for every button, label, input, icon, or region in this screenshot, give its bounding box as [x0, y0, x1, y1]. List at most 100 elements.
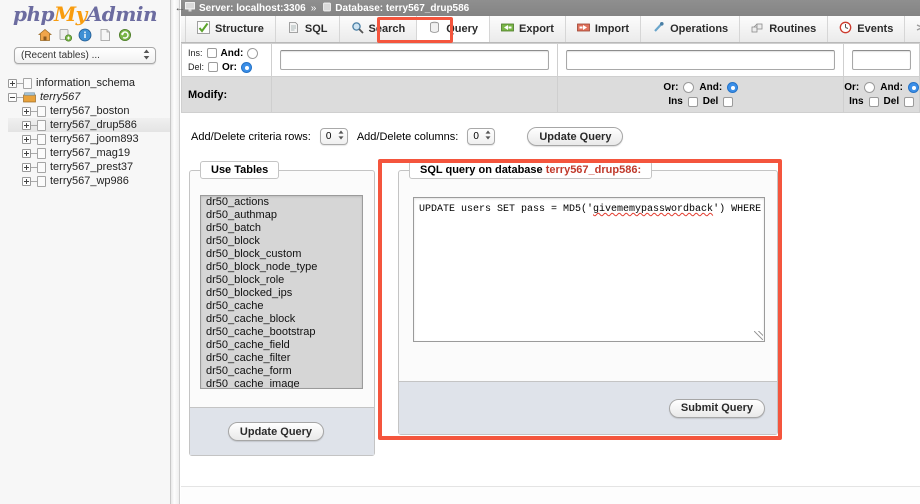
- tab-import[interactable]: Import: [566, 16, 642, 42]
- triggers-icon: [916, 21, 920, 37]
- expand-icon[interactable]: [22, 148, 31, 158]
- list-item[interactable]: dr50_block_node_type: [201, 261, 362, 274]
- info-icon[interactable]: [78, 28, 92, 42]
- database-icon: [37, 133, 46, 145]
- tab-search[interactable]: Search: [340, 16, 418, 42]
- modify-ins-checkbox[interactable]: [687, 96, 698, 107]
- criteria-input-2[interactable]: [566, 50, 836, 70]
- sidebar-resize-divider[interactable]: [171, 0, 180, 504]
- tab-sql[interactable]: SQL: [276, 16, 340, 42]
- tree-item-terry567_joom893[interactable]: terry567_joom893: [8, 132, 170, 146]
- list-item[interactable]: dr50_cache_image: [201, 378, 362, 388]
- tab-label: Query: [446, 23, 479, 35]
- list-item[interactable]: dr50_batch: [201, 222, 362, 235]
- submit-query-button[interactable]: Submit Query: [668, 398, 765, 418]
- recent-tables-value: (Recent tables) ...: [21, 50, 100, 61]
- modify-label: Modify:: [181, 76, 272, 113]
- tree-item-terry567[interactable]: terry567: [8, 90, 170, 104]
- back-arrow-icon[interactable]: ←: [173, 0, 187, 16]
- logo-admin: Admin: [86, 2, 158, 26]
- database-label[interactable]: Database: terry567_drup586: [335, 3, 469, 14]
- phpmyadmin-logo[interactable]: phpMyAdmin: [0, 0, 170, 24]
- tab-triggers[interactable]: Triggers: [905, 16, 920, 42]
- expand-icon[interactable]: [22, 134, 31, 144]
- tree-item-label: information_schema: [36, 77, 136, 89]
- collapse-icon[interactable]: [8, 92, 17, 102]
- columns-value: 0: [473, 131, 479, 142]
- modify-or-radio[interactable]: [683, 82, 695, 93]
- modify-ins-checkbox[interactable]: [868, 96, 879, 107]
- modify-del-checkbox[interactable]: [904, 96, 915, 107]
- list-item[interactable]: dr50_authmap: [201, 209, 362, 222]
- chevron-updown-icon: [338, 130, 344, 143]
- server-label[interactable]: Server: localhost:3306: [199, 3, 306, 14]
- tab-label: SQL: [304, 23, 328, 35]
- chevron-updown-icon: [143, 49, 150, 61]
- tab-export[interactable]: Export: [490, 16, 566, 42]
- textarea-resize-handle[interactable]: [754, 331, 763, 340]
- modify-del-checkbox[interactable]: [723, 96, 734, 107]
- tree-item-terry567_drup586[interactable]: terry567_drup586: [8, 118, 170, 132]
- criteria-input-3[interactable]: [852, 50, 911, 70]
- list-item[interactable]: dr50_block: [201, 235, 362, 248]
- list-item[interactable]: dr50_blocked_ips: [201, 287, 362, 300]
- tree-item-information_schema[interactable]: information_schema: [8, 76, 170, 90]
- tables-listbox[interactable]: dr50_actions dr50_authmap dr50_batch dr5…: [200, 195, 363, 389]
- modify-del-label: Del: [702, 96, 719, 107]
- main-content: Server: localhost:3306 » Database: terry…: [181, 0, 920, 504]
- criteria-input-1[interactable]: [279, 50, 550, 70]
- expand-icon[interactable]: [22, 176, 31, 186]
- modify-or-radio[interactable]: [864, 82, 876, 93]
- tree-item-label: terry567_wp986: [50, 175, 129, 187]
- expand-icon[interactable]: [22, 162, 31, 172]
- database-icon: [37, 105, 46, 117]
- tab-routines[interactable]: Routines: [740, 16, 829, 42]
- del-checkbox[interactable]: [208, 62, 219, 72]
- modify-or-and-line: Or: And:: [844, 81, 919, 95]
- list-item[interactable]: dr50_cache_block: [201, 313, 362, 326]
- database-icon: [37, 161, 46, 173]
- criteria-field-cell-2: [557, 43, 845, 77]
- update-query-button-top[interactable]: Update Query: [527, 127, 624, 146]
- tree-item-terry567_wp986[interactable]: terry567_wp986: [8, 174, 170, 188]
- tab-query[interactable]: Query: [417, 16, 491, 42]
- columns-select[interactable]: 0: [467, 128, 496, 145]
- sql-legend-dbname: terry567_drup586:: [545, 164, 642, 176]
- expand-icon[interactable]: [22, 120, 31, 130]
- tab-structure[interactable]: Structure: [185, 16, 276, 42]
- list-item[interactable]: dr50_cache_filter: [201, 352, 362, 365]
- list-item[interactable]: dr50_block_custom: [201, 248, 362, 261]
- update-query-button-bottom[interactable]: Update Query: [227, 422, 325, 441]
- and-radio[interactable]: [247, 47, 259, 59]
- tab-events[interactable]: Events: [828, 16, 906, 42]
- tree-item-label: terry567_mag19: [50, 147, 131, 159]
- expand-icon[interactable]: [22, 106, 31, 116]
- recent-tables-select[interactable]: (Recent tables) ...: [14, 47, 156, 64]
- sql-part-3: ') WHERE: [713, 204, 765, 215]
- ins-checkbox[interactable]: [206, 48, 217, 58]
- tab-operations[interactable]: Operations: [641, 16, 741, 42]
- modify-and-radio[interactable]: [908, 82, 919, 93]
- home-icon[interactable]: [37, 28, 53, 42]
- tree-item-terry567_boston[interactable]: terry567_boston: [8, 104, 170, 118]
- criteria-rows-select[interactable]: 0: [319, 128, 348, 145]
- sql-query-textarea[interactable]: UPDATE users SET pass = MD5('givememypas…: [413, 197, 765, 342]
- list-item[interactable]: dr50_cache: [201, 300, 362, 313]
- tree-item-terry567_prest37[interactable]: terry567_prest37: [8, 160, 170, 174]
- list-item[interactable]: dr50_cache_bootstrap: [201, 326, 362, 339]
- ins-label: Ins:: [188, 48, 203, 58]
- criteria-field-cell-3: [843, 43, 920, 77]
- list-item[interactable]: dr50_actions: [201, 196, 362, 209]
- tree-item-terry567_mag19[interactable]: terry567_mag19: [8, 146, 170, 160]
- reload-icon[interactable]: [118, 28, 132, 42]
- tab-label: Routines: [769, 23, 817, 35]
- database-export-icon[interactable]: [58, 28, 73, 42]
- or-radio[interactable]: [241, 61, 253, 73]
- modify-and-radio[interactable]: [727, 82, 739, 93]
- documentation-icon[interactable]: [98, 28, 112, 42]
- sql-legend-prefix: SQL query on database: [420, 164, 546, 176]
- expand-icon[interactable]: [8, 78, 17, 88]
- list-item[interactable]: dr50_block_role: [201, 274, 362, 287]
- list-item[interactable]: dr50_cache_field: [201, 339, 362, 352]
- list-item[interactable]: dr50_cache_form: [201, 365, 362, 378]
